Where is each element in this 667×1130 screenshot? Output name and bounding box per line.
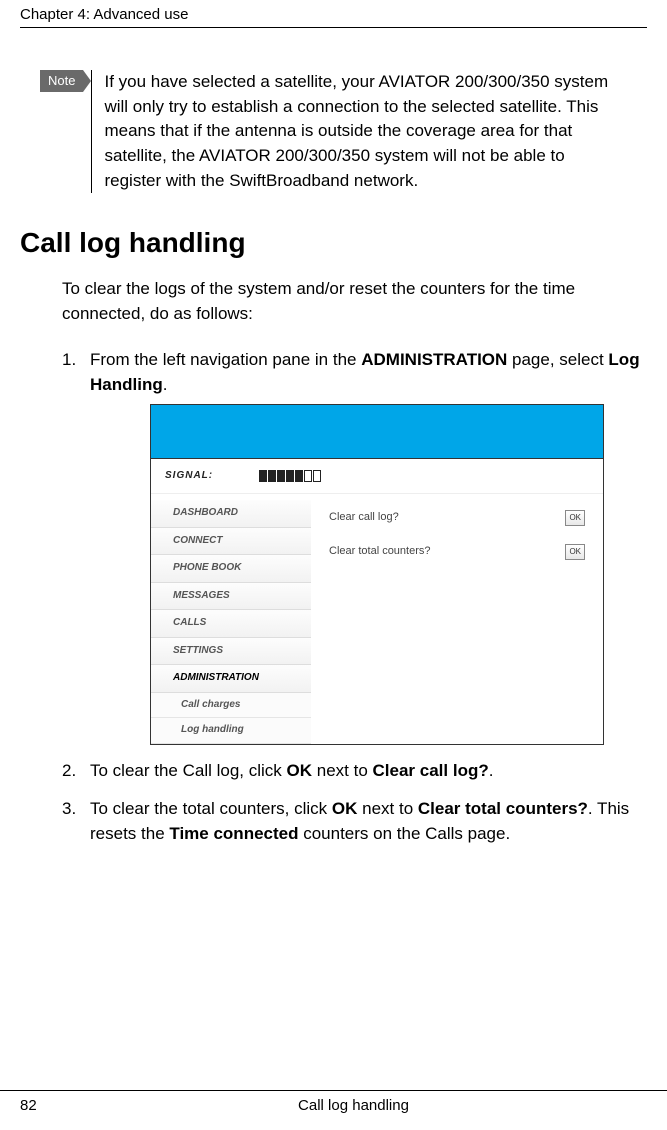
intro-paragraph: To clear the logs of the system and/or r… — [62, 277, 642, 326]
step-text: . — [163, 375, 168, 394]
chapter-header: Chapter 4: Advanced use — [20, 0, 647, 28]
step-bold: Time connected — [169, 824, 298, 843]
screenshot-banner — [151, 405, 603, 459]
step-text: next to — [357, 799, 417, 818]
screenshot-content: Clear call log? OK Clear total counters?… — [311, 494, 603, 744]
nav-item-administration[interactable]: ADMINISTRATION — [151, 665, 311, 693]
step-bold: Clear call log? — [373, 761, 489, 780]
step-text: counters on the Calls page. — [299, 824, 511, 843]
page-number: 82 — [20, 1097, 60, 1114]
nav-sub-log-handling[interactable]: Log handling — [151, 718, 311, 744]
note-badge: Note — [40, 70, 83, 92]
note-text: If you have selected a satellite, your A… — [91, 70, 611, 193]
step-1: 1. From the left navigation pane in the … — [62, 348, 647, 744]
nav-item-calls[interactable]: CALLS — [151, 610, 311, 638]
signal-label: SIGNAL: — [165, 469, 213, 484]
step-number: 3. — [62, 797, 76, 822]
step-text: . — [489, 761, 494, 780]
step-text: To clear the Call log, click — [90, 761, 287, 780]
step-number: 1. — [62, 348, 76, 373]
step-bold: Clear total counters? — [418, 799, 588, 818]
clear-total-counters-label: Clear total counters? — [329, 544, 431, 560]
step-text: From the left navigation pane in the — [90, 350, 361, 369]
nav-item-phonebook[interactable]: PHONE BOOK — [151, 555, 311, 583]
signal-row: SIGNAL: — [151, 459, 603, 495]
step-text: To clear the total counters, click — [90, 799, 332, 818]
note-block: Note If you have selected a satellite, y… — [40, 70, 647, 193]
nav-item-messages[interactable]: MESSAGES — [151, 583, 311, 611]
step-text: next to — [312, 761, 372, 780]
nav-item-settings[interactable]: SETTINGS — [151, 638, 311, 666]
nav-item-dashboard[interactable]: DASHBOARD — [151, 500, 311, 528]
step-bold: ADMINISTRATION — [361, 350, 507, 369]
screenshot-nav: DASHBOARD CONNECT PHONE BOOK MESSAGES CA… — [151, 494, 311, 744]
nav-sub-call-charges[interactable]: Call charges — [151, 693, 311, 719]
signal-bars-icon — [259, 470, 321, 482]
clear-call-log-label: Clear call log? — [329, 510, 399, 526]
step-2: 2. To clear the Call log, click OK next … — [62, 759, 647, 784]
section-title: Call log handling — [20, 227, 647, 259]
step-3: 3. To clear the total counters, click OK… — [62, 797, 647, 846]
nav-item-connect[interactable]: CONNECT — [151, 528, 311, 556]
step-bold: OK — [332, 799, 358, 818]
embedded-screenshot: SIGNAL: DASHBOARD CONNECT PHONE BOOK MES… — [150, 404, 604, 745]
footer-title: Call log handling — [60, 1097, 647, 1114]
step-number: 2. — [62, 759, 76, 784]
ok-button[interactable]: OK — [565, 510, 585, 526]
ok-button[interactable]: OK — [565, 544, 585, 560]
step-text: page, select — [507, 350, 608, 369]
page-footer: 82 Call log handling — [0, 1090, 667, 1130]
step-bold: OK — [287, 761, 313, 780]
